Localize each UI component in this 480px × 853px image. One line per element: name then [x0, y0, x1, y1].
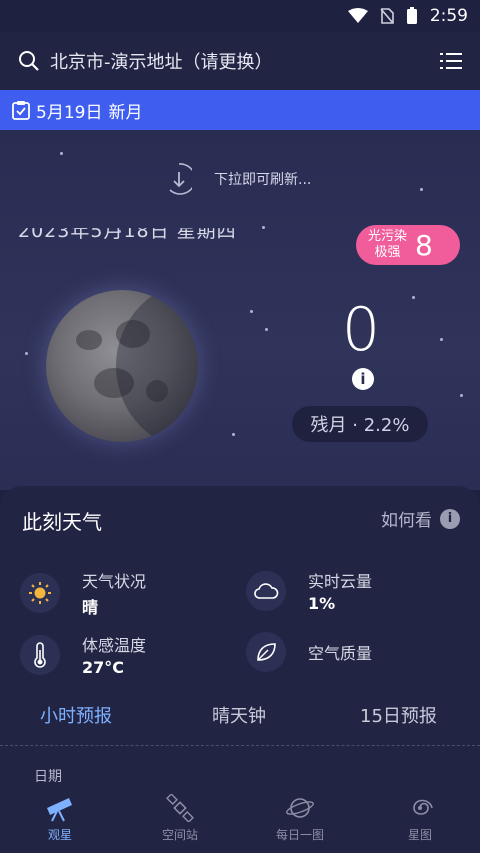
- moon-image: [46, 290, 198, 442]
- location-text: 北京市-演示地址（请更换）: [50, 52, 273, 73]
- tab-hourly[interactable]: 小时预报: [40, 702, 112, 728]
- air-label: 空气质量: [308, 644, 373, 663]
- weather-panel: 此刻天气 如何看 i 天气状况 晴 实时云量 1% 体感温度 27°C 空气质量…: [0, 486, 480, 786]
- weather-condition: 天气状况 晴: [20, 568, 146, 618]
- current-date-text: 2023年5月18日 星期四: [18, 220, 237, 242]
- feels-label: 体感温度: [82, 636, 147, 655]
- condition-label: 天气状况: [82, 572, 147, 591]
- pollution-level: 8: [415, 228, 433, 262]
- cloud-value: 1%: [308, 594, 336, 613]
- search-icon: [19, 51, 39, 71]
- nav-daily-image[interactable]: 每日一图: [255, 794, 345, 843]
- star: [250, 310, 253, 313]
- search-bar[interactable]: 北京市-演示地址（请更换）: [0, 32, 480, 90]
- galaxy-icon: [413, 799, 433, 815]
- nav-label-daily-image: 每日一图: [275, 828, 324, 842]
- moon-shadow: [116, 290, 198, 442]
- tab-clear-sky-clock[interactable]: 晴天钟: [212, 702, 266, 728]
- pollution-label-line2: 极强: [374, 245, 401, 260]
- star: [420, 188, 423, 191]
- moon-phase-pill: 残月 · 2.2%: [292, 406, 428, 442]
- how-to-label: 如何看: [381, 511, 432, 531]
- star: [265, 328, 268, 331]
- pull-to-refresh: 下拉即可刷新...: [166, 162, 311, 196]
- cloud-icon: [246, 570, 286, 611]
- battery-icon: [406, 7, 417, 24]
- pollution-label: 光污染 极强: [368, 229, 407, 261]
- calendar-check-icon: [12, 101, 30, 120]
- divider: [0, 745, 480, 746]
- nav-stargazing[interactable]: 观星: [15, 794, 105, 843]
- star: [25, 352, 28, 355]
- tab-15-day[interactable]: 15日预报: [360, 702, 437, 728]
- status-time: 2:59: [429, 6, 468, 26]
- star: [412, 296, 415, 299]
- question-icon: i: [440, 508, 460, 529]
- wifi-icon: [347, 8, 368, 23]
- pollution-label-line1: 光污染: [368, 229, 408, 244]
- banner-phase: 新月: [108, 102, 143, 123]
- observation-value: 0: [341, 295, 381, 365]
- date-column-header: 日期: [34, 769, 62, 785]
- cloud-cover: 实时云量 1%: [246, 568, 372, 613]
- banner-date: 5月19日: [36, 102, 103, 123]
- planet-icon: [286, 798, 314, 818]
- telescope-icon: [47, 798, 72, 822]
- light-pollution-badge[interactable]: 光污染 极强 8: [356, 225, 460, 265]
- no-sim-icon: [380, 8, 394, 24]
- feels-value: 27°C: [82, 658, 125, 677]
- nav-star-map[interactable]: 星图: [375, 794, 465, 843]
- arrow-down-circle-icon: [169, 163, 192, 195]
- info-icon[interactable]: i: [352, 368, 374, 390]
- menu-list-icon[interactable]: [440, 52, 462, 70]
- star: [60, 152, 63, 155]
- leaf-icon: [246, 632, 286, 672]
- star: [262, 226, 265, 229]
- nav-label-stargazing: 观星: [47, 828, 72, 842]
- status-bar: 2:59: [0, 0, 480, 32]
- star: [232, 433, 235, 436]
- moon-crater: [76, 330, 102, 350]
- satellite-icon: [166, 794, 194, 822]
- refresh-hint: 下拉即可刷新...: [214, 172, 312, 188]
- thermometer-icon: [20, 634, 60, 675]
- condition-value: 晴: [82, 598, 99, 617]
- nav-label-star-map: 星图: [407, 828, 432, 842]
- bottom-nav: 观星 空间站 每日一图 星图: [0, 786, 480, 853]
- air-quality: 空气质量: [246, 632, 372, 672]
- feels-like-temp: 体感温度 27°C: [20, 632, 146, 677]
- nav-space-station[interactable]: 空间站: [135, 794, 225, 843]
- cloud-label: 实时云量: [308, 572, 373, 591]
- forecast-tabs: 小时预报 晴天钟 15日预报: [0, 692, 480, 738]
- nav-label-space-station: 空间站: [161, 828, 198, 842]
- star: [460, 394, 463, 397]
- weather-title: 此刻天气: [22, 510, 102, 534]
- sun-icon: [20, 573, 60, 613]
- sky-panel: 下拉即可刷新... 2023年5月18日 星期四 光污染 极强 8 0 i 残月…: [0, 130, 480, 490]
- moon-date-banner[interactable]: 5月19日 新月: [0, 90, 480, 130]
- how-to-read-button[interactable]: 如何看 i: [381, 506, 460, 531]
- star: [440, 338, 443, 341]
